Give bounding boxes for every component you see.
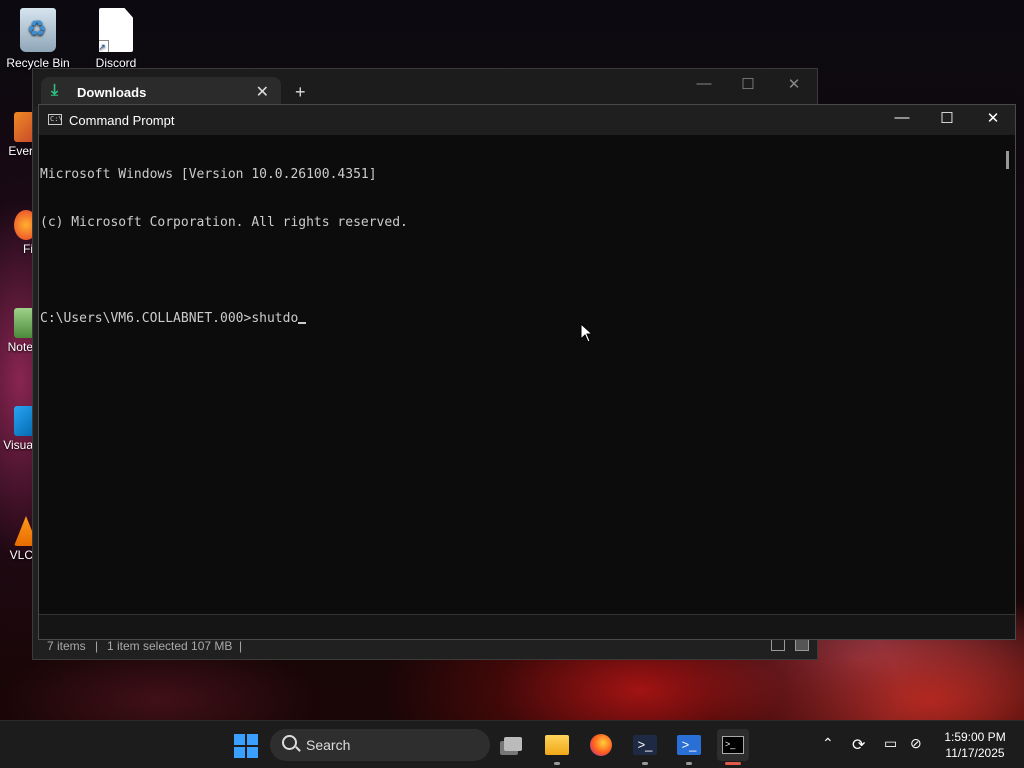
- taskbar: Search >_ >_ >_ ⌃ ⟳ ▭ ⊘ 1:59:00 PM 11/17…: [0, 720, 1024, 768]
- taskbar-search[interactable]: Search: [270, 729, 490, 761]
- sync-icon[interactable]: ⟳: [852, 735, 865, 755]
- text-cursor: [298, 322, 307, 324]
- console-line: Microsoft Windows [Version 10.0.26100.43…: [40, 167, 377, 182]
- tiles-view-icon[interactable]: [795, 639, 809, 651]
- vertical-scrollbar[interactable]: [1001, 135, 1015, 615]
- file-icon: ↗: [99, 8, 133, 52]
- console-command-text: C:\Users\VM6.COLLABNET.000>shutdo: [40, 311, 299, 326]
- start-button[interactable]: [229, 729, 261, 761]
- powershell-alt-button[interactable]: >_: [673, 729, 705, 765]
- new-tab-button[interactable]: +: [295, 82, 306, 103]
- desktop-icon-visual-studio[interactable]: Visua: [0, 406, 38, 452]
- scrollbar-thumb[interactable]: [1006, 151, 1009, 169]
- desktop-icon-discord[interactable]: ↗ Discord: [84, 8, 148, 70]
- search-label: Search: [306, 737, 351, 753]
- status-separator: |: [239, 639, 243, 653]
- explorer-tab-downloads[interactable]: ⤓ Downloads ✕: [41, 77, 281, 107]
- cmd-app-icon: C:\: [48, 114, 63, 125]
- explorer-tab-bar: ⤓ Downloads ✕ + — ☐ ✕: [33, 69, 817, 107]
- console-line: (c) Microsoft Corporation. All rights re…: [40, 215, 408, 230]
- firefox-button[interactable]: [585, 729, 617, 761]
- close-button[interactable]: ✕: [973, 109, 1013, 127]
- taskbar-clock[interactable]: 1:59:00 PM 11/17/2025: [936, 729, 1014, 761]
- status-selection: 1 item selected 107 MB: [107, 639, 233, 653]
- download-icon: ⤓: [51, 82, 59, 99]
- running-indicator: [554, 762, 560, 765]
- firefox-icon: [590, 734, 612, 756]
- terminal-button[interactable]: >_: [717, 729, 749, 765]
- task-view-icon: [504, 737, 522, 751]
- desktop-icon-vlc[interactable]: VLC: [0, 516, 38, 562]
- console-prompt-line: C:\Users\VM6.COLLABNET.000>shutdo: [40, 311, 1001, 327]
- windows-logo-icon: [234, 734, 258, 758]
- desktop-icon-recycle-bin[interactable]: Recycle Bin: [6, 8, 70, 70]
- clock-time: 1:59:00 PM: [944, 730, 1006, 744]
- desktop-icon-label: VLC: [9, 548, 33, 562]
- running-indicator: [686, 762, 692, 765]
- powershell-icon: >_: [633, 735, 657, 755]
- desktop-icon-label: Note: [7, 340, 33, 354]
- maximize-button[interactable]: ☐: [733, 75, 763, 93]
- desktop-icon-label: Ever: [8, 144, 33, 158]
- clock-date: 11/17/2025: [945, 746, 1005, 760]
- close-button[interactable]: ✕: [779, 75, 809, 93]
- maximize-button[interactable]: ☐: [927, 109, 967, 127]
- chevron-up-icon[interactable]: ⌃: [822, 735, 834, 752]
- minimize-button[interactable]: —: [689, 75, 719, 92]
- command-prompt-window: C:\ Command Prompt — ☐ ✕ Microsoft Windo…: [38, 104, 1016, 640]
- display-icon[interactable]: ▭: [884, 735, 897, 752]
- terminal-icon: >_: [722, 736, 744, 754]
- running-indicator: [642, 762, 648, 765]
- desktop-icon-label: Visua: [3, 438, 33, 452]
- cmd-title-bar[interactable]: C:\ Command Prompt — ☐ ✕: [39, 105, 1015, 135]
- folder-icon: [545, 735, 569, 755]
- desktop-icon-firefox[interactable]: Fi: [0, 210, 38, 256]
- powershell-button[interactable]: >_: [629, 729, 661, 765]
- console-output[interactable]: Microsoft Windows [Version 10.0.26100.43…: [39, 135, 1001, 615]
- active-indicator: [725, 762, 741, 765]
- task-view-button[interactable]: [498, 729, 530, 761]
- status-separator: |: [95, 639, 99, 653]
- shortcut-arrow-icon: ↗: [99, 40, 109, 52]
- desktop-icon-notepad[interactable]: Note: [0, 308, 38, 354]
- status-item-count: 7 items: [47, 639, 86, 653]
- search-icon: [282, 735, 297, 750]
- desktop-icon-ever[interactable]: Ever: [0, 112, 38, 158]
- tab-label: Downloads: [77, 85, 147, 100]
- recycle-bin-icon: [20, 8, 56, 52]
- minimize-button[interactable]: —: [882, 109, 922, 126]
- details-view-icon[interactable]: [771, 639, 785, 651]
- file-explorer-button[interactable]: [541, 729, 573, 765]
- network-icon[interactable]: ⊘: [910, 735, 922, 752]
- window-title: Command Prompt: [69, 113, 175, 128]
- close-tab-icon[interactable]: ✕: [256, 82, 269, 102]
- powershell-alt-icon: >_: [677, 735, 701, 755]
- cmd-bottom-strip: [39, 614, 1015, 639]
